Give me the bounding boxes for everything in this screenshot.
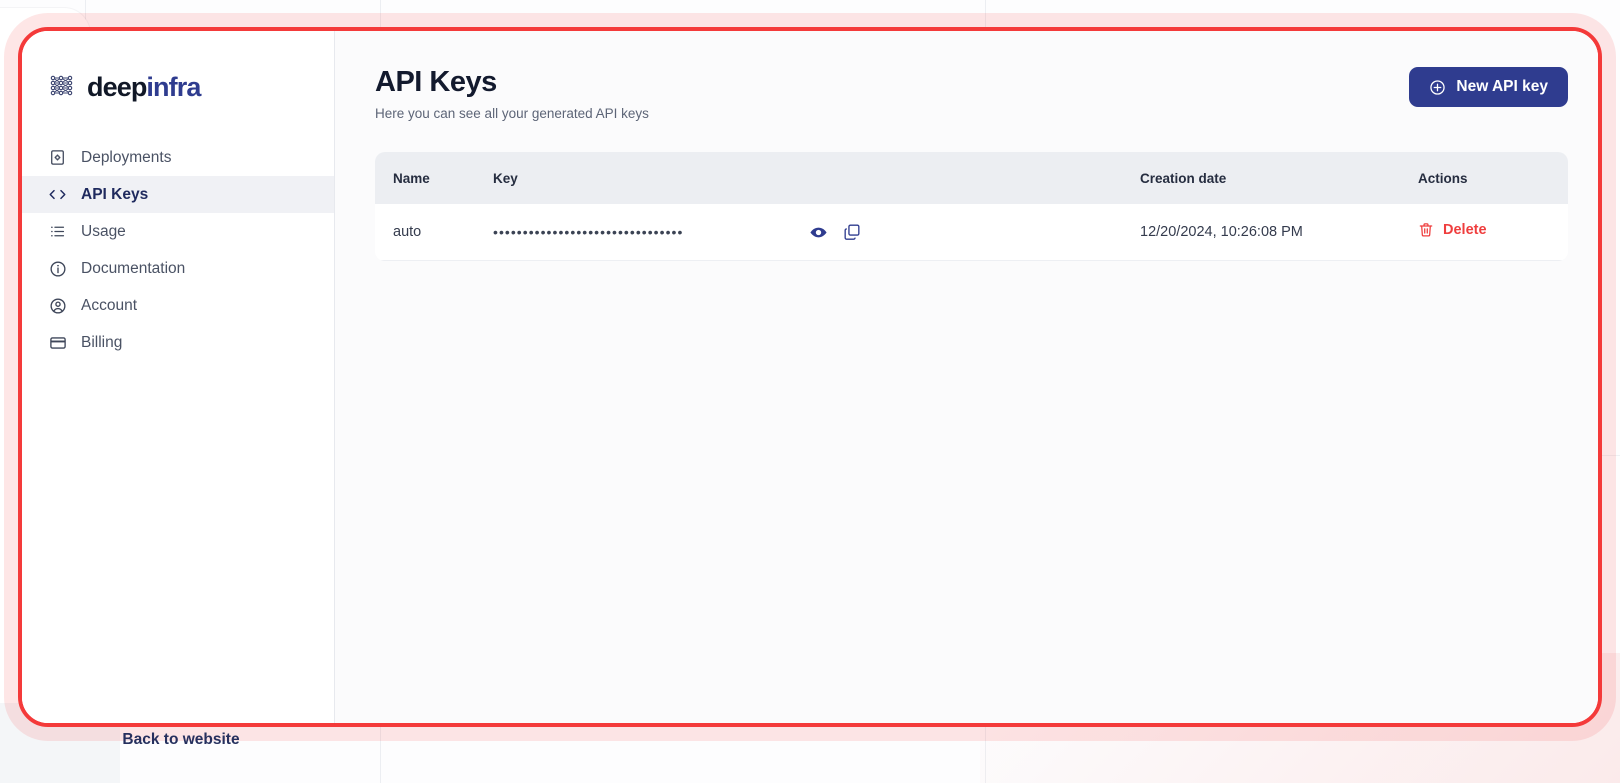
new-api-key-label: New API key	[1456, 78, 1548, 96]
node-graph-icon	[48, 72, 78, 102]
page-header-text: API Keys Here you can see all your gener…	[375, 65, 649, 121]
user-circle-icon	[48, 296, 67, 315]
highlight-frame: deepinfra Deployments	[18, 27, 1602, 727]
plus-circle-icon	[1429, 79, 1446, 96]
credit-card-icon	[48, 333, 67, 352]
page-title: API Keys	[375, 65, 649, 99]
sidebar-nav: Deployments API Keys	[20, 139, 334, 361]
table-header-row: Name Key Creation date Actions	[375, 152, 1568, 204]
sidebar-item-api-keys[interactable]: API Keys	[20, 176, 334, 213]
sidebar: deepinfra Deployments	[20, 29, 335, 727]
sidebar-item-documentation[interactable]: Documentation	[20, 250, 334, 287]
cell-name: auto	[375, 204, 493, 261]
cell-key: ••••••••••••••••••••••••••••••••	[493, 204, 1140, 261]
code-brackets-icon	[48, 185, 67, 204]
new-api-key-button[interactable]: New API key	[1409, 67, 1568, 107]
api-keys-table: Name Key Creation date Actions auto ••••…	[375, 152, 1568, 261]
sidebar-item-usage[interactable]: Usage	[20, 213, 334, 250]
cell-actions: Delete	[1418, 204, 1568, 261]
sidebar-item-label: Deployments	[81, 150, 171, 166]
table-body: auto ••••••••••••••••••••••••••••••••	[375, 204, 1568, 261]
sidebar-item-label: Billing	[81, 335, 122, 351]
cell-creation-date: 12/20/2024, 10:26:08 PM	[1140, 204, 1418, 261]
delete-button[interactable]: Delete	[1418, 222, 1487, 238]
table-header: Name Key Creation date Actions	[375, 152, 1568, 204]
page-subtitle: Here you can see all your generated API …	[375, 106, 649, 121]
page-header: API Keys Here you can see all your gener…	[375, 65, 1568, 121]
trash-icon	[1418, 222, 1434, 238]
sidebar-item-label: Usage	[81, 224, 126, 240]
back-to-website-bleed-label: Back to website	[46, 731, 316, 749]
list-icon	[48, 222, 67, 241]
brand-name-primary: deep	[87, 72, 146, 102]
sidebar-item-label: Documentation	[81, 261, 185, 277]
copy-icon[interactable]	[839, 219, 865, 245]
sidebar-item-deployments[interactable]: Deployments	[20, 139, 334, 176]
column-header-name: Name	[375, 152, 493, 204]
sidebar-item-label: API Keys	[81, 187, 148, 203]
info-circle-icon	[48, 259, 67, 278]
column-header-creation-date: Creation date	[1140, 152, 1418, 204]
delete-label: Delete	[1443, 222, 1487, 238]
brand-name-secondary: infra	[146, 72, 200, 102]
masked-api-key: ••••••••••••••••••••••••••••••••	[493, 225, 805, 239]
sidebar-item-billing[interactable]: Billing	[20, 324, 334, 361]
sidebar-item-label: Account	[81, 298, 137, 314]
column-header-key: Key	[493, 152, 1140, 204]
deployments-icon	[48, 148, 67, 167]
brand-logo[interactable]: deepinfra	[20, 29, 334, 115]
sidebar-item-account[interactable]: Account	[20, 287, 334, 324]
app-window: deepinfra Deployments	[20, 29, 1602, 727]
column-header-actions: Actions	[1418, 152, 1568, 204]
table-row: auto ••••••••••••••••••••••••••••••••	[375, 204, 1568, 261]
brand-wordmark: deepinfra	[87, 74, 200, 101]
eye-icon[interactable]	[805, 219, 831, 245]
main-content: API Keys Here you can see all your gener…	[335, 29, 1602, 727]
key-cell-inner: ••••••••••••••••••••••••••••••••	[493, 219, 1140, 245]
